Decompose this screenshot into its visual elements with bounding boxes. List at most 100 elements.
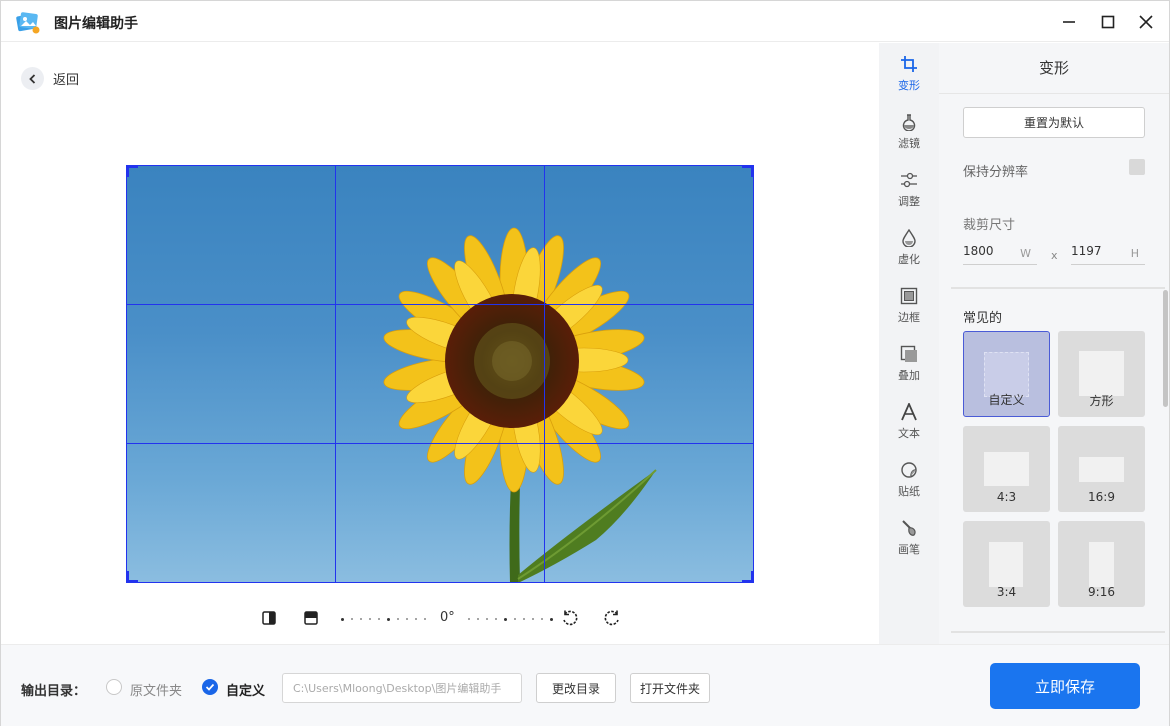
preset-shape bbox=[984, 452, 1029, 486]
output-dir-label: 输出目录： bbox=[21, 684, 87, 699]
rail-item-label: 叠加 bbox=[898, 369, 920, 382]
rail-item-label: 边框 bbox=[898, 311, 920, 324]
footer-bar: 输出目录： 原文件夹 自定义 更改目录 打开文件夹 立即保存 bbox=[1, 644, 1169, 726]
back-arrow-icon bbox=[21, 67, 44, 90]
rail-item-label: 调整 bbox=[898, 195, 920, 208]
border-frame-icon bbox=[898, 285, 920, 307]
save-now-button[interactable]: 立即保存 bbox=[990, 663, 1140, 709]
back-button[interactable]: 返回 bbox=[21, 67, 79, 90]
crop-grid-line bbox=[126, 304, 754, 305]
crop-width-unit: W bbox=[1020, 247, 1031, 260]
crop-canvas-image[interactable] bbox=[126, 165, 754, 583]
rail-item-label: 画笔 bbox=[898, 543, 920, 556]
crop-size-label: 裁剪尺寸 bbox=[963, 218, 1016, 233]
rail-item-overlay[interactable]: 叠加 bbox=[879, 337, 939, 391]
crop-height-value: 1197 bbox=[1071, 244, 1102, 258]
rail-item-transform[interactable]: 变形 bbox=[879, 47, 939, 101]
rail-item-label: 贴纸 bbox=[898, 485, 920, 498]
blur-drop-icon bbox=[898, 227, 920, 249]
radio-original-label: 原文件夹 bbox=[130, 684, 183, 699]
flip-vertical-button[interactable] bbox=[300, 607, 322, 629]
common-presets-label: 常见的 bbox=[963, 311, 1003, 326]
panel-divider bbox=[939, 93, 1169, 94]
preset-custom[interactable]: 自定义 bbox=[963, 331, 1050, 417]
rail-item-label: 变形 bbox=[898, 79, 920, 92]
flip-horizontal-button[interactable] bbox=[258, 607, 280, 629]
rotation-slider-left[interactable] bbox=[341, 617, 426, 621]
sunflower-photo bbox=[383, 227, 657, 583]
preset-shape bbox=[1079, 457, 1124, 482]
size-separator: x bbox=[1051, 249, 1058, 262]
crop-icon bbox=[898, 53, 920, 75]
preset-shape bbox=[1089, 542, 1114, 587]
app-title: 图片编辑助手 bbox=[54, 16, 138, 32]
title-bar: 图片编辑助手 bbox=[1, 1, 1169, 42]
preset-square[interactable]: 方形 bbox=[1058, 331, 1145, 417]
rail-item-label: 滤镜 bbox=[898, 137, 920, 150]
crop-width-input[interactable]: 1800 W bbox=[963, 243, 1037, 265]
preset-label: 方形 bbox=[1089, 394, 1114, 408]
minimize-icon bbox=[1063, 21, 1075, 23]
rotate-right-button[interactable] bbox=[601, 607, 623, 629]
crop-width-value: 1800 bbox=[963, 244, 994, 258]
preset-16-9[interactable]: 16:9 bbox=[1058, 426, 1145, 512]
reset-default-button[interactable]: 重置为默认 bbox=[963, 107, 1145, 138]
rotation-slider-right[interactable] bbox=[468, 617, 553, 621]
rotation-angle: 0° bbox=[440, 610, 455, 625]
flip-vertical-icon bbox=[304, 611, 318, 625]
rotate-left-button[interactable] bbox=[559, 607, 581, 629]
preset-9-16[interactable]: 9:16 bbox=[1058, 521, 1145, 607]
app-window: 图片编辑助手 返回 0° 变形 滤镜 调整 虚化 边框 叠加 文本 贴纸 画笔 … bbox=[0, 0, 1170, 726]
crop-handle-top-right[interactable] bbox=[742, 165, 754, 177]
output-path-input[interactable] bbox=[282, 673, 522, 703]
radio-custom-label: 自定义 bbox=[226, 684, 266, 699]
crop-height-unit: H bbox=[1130, 247, 1139, 260]
rail-item-text[interactable]: 文本 bbox=[879, 395, 939, 449]
brush-icon bbox=[898, 517, 920, 539]
crop-grid-line bbox=[126, 443, 754, 444]
rail-item-blur[interactable]: 虚化 bbox=[879, 221, 939, 275]
rail-item-filter[interactable]: 滤镜 bbox=[879, 105, 939, 159]
flip-horizontal-icon bbox=[262, 611, 276, 625]
preset-shape bbox=[1079, 351, 1124, 396]
filter-flask-icon bbox=[898, 111, 920, 133]
keep-resolution-checkbox[interactable] bbox=[1129, 159, 1145, 175]
crop-height-input[interactable]: 1197 H bbox=[1071, 243, 1145, 265]
close-button[interactable] bbox=[1133, 9, 1159, 35]
overlay-icon bbox=[898, 343, 920, 365]
maximize-button[interactable] bbox=[1095, 9, 1121, 35]
open-folder-button[interactable]: 打开文件夹 bbox=[630, 673, 710, 703]
back-label: 返回 bbox=[53, 73, 80, 88]
panel-scrollbar[interactable] bbox=[1163, 290, 1168, 407]
rail-item-label: 虚化 bbox=[898, 253, 920, 266]
preset-3-4[interactable]: 3:4 bbox=[963, 521, 1050, 607]
preset-label: 16:9 bbox=[1088, 490, 1115, 504]
panel-title: 变形 bbox=[1038, 59, 1069, 77]
change-directory-button[interactable]: 更改目录 bbox=[536, 673, 616, 703]
crop-handle-top-left[interactable] bbox=[126, 165, 138, 177]
radio-original-folder[interactable] bbox=[106, 679, 122, 695]
rail-item-brush[interactable]: 画笔 bbox=[879, 511, 939, 565]
transform-panel: 变形 重置为默认 保持分辨率 裁剪尺寸 1800 W x 1197 H 常见的 … bbox=[939, 43, 1169, 644]
crop-handle-bottom-right[interactable] bbox=[742, 571, 754, 583]
section-divider bbox=[951, 631, 1165, 633]
crop-handle-bottom-left[interactable] bbox=[126, 571, 138, 583]
preset-4-3[interactable]: 4:3 bbox=[963, 426, 1050, 512]
crop-grid-line bbox=[335, 165, 336, 583]
crop-grid-line bbox=[544, 165, 545, 583]
sticker-icon bbox=[898, 459, 920, 481]
rail-item-sticker[interactable]: 贴纸 bbox=[879, 453, 939, 507]
keep-resolution-label: 保持分辨率 bbox=[963, 165, 1029, 180]
check-icon bbox=[205, 683, 215, 691]
preset-label: 4:3 bbox=[996, 490, 1017, 504]
rail-item-adjust[interactable]: 调整 bbox=[879, 163, 939, 217]
rail-item-label: 文本 bbox=[898, 427, 920, 440]
minimize-button[interactable] bbox=[1056, 9, 1082, 35]
section-divider bbox=[951, 287, 1165, 289]
preset-label: 3:4 bbox=[996, 585, 1017, 599]
rail-item-border[interactable]: 边框 bbox=[879, 279, 939, 333]
tool-rail: 变形 滤镜 调整 虚化 边框 叠加 文本 贴纸 画笔 bbox=[879, 43, 939, 644]
radio-custom-folder[interactable] bbox=[202, 679, 218, 695]
rotate-right-icon bbox=[604, 610, 619, 626]
preset-label: 9:16 bbox=[1088, 585, 1115, 599]
